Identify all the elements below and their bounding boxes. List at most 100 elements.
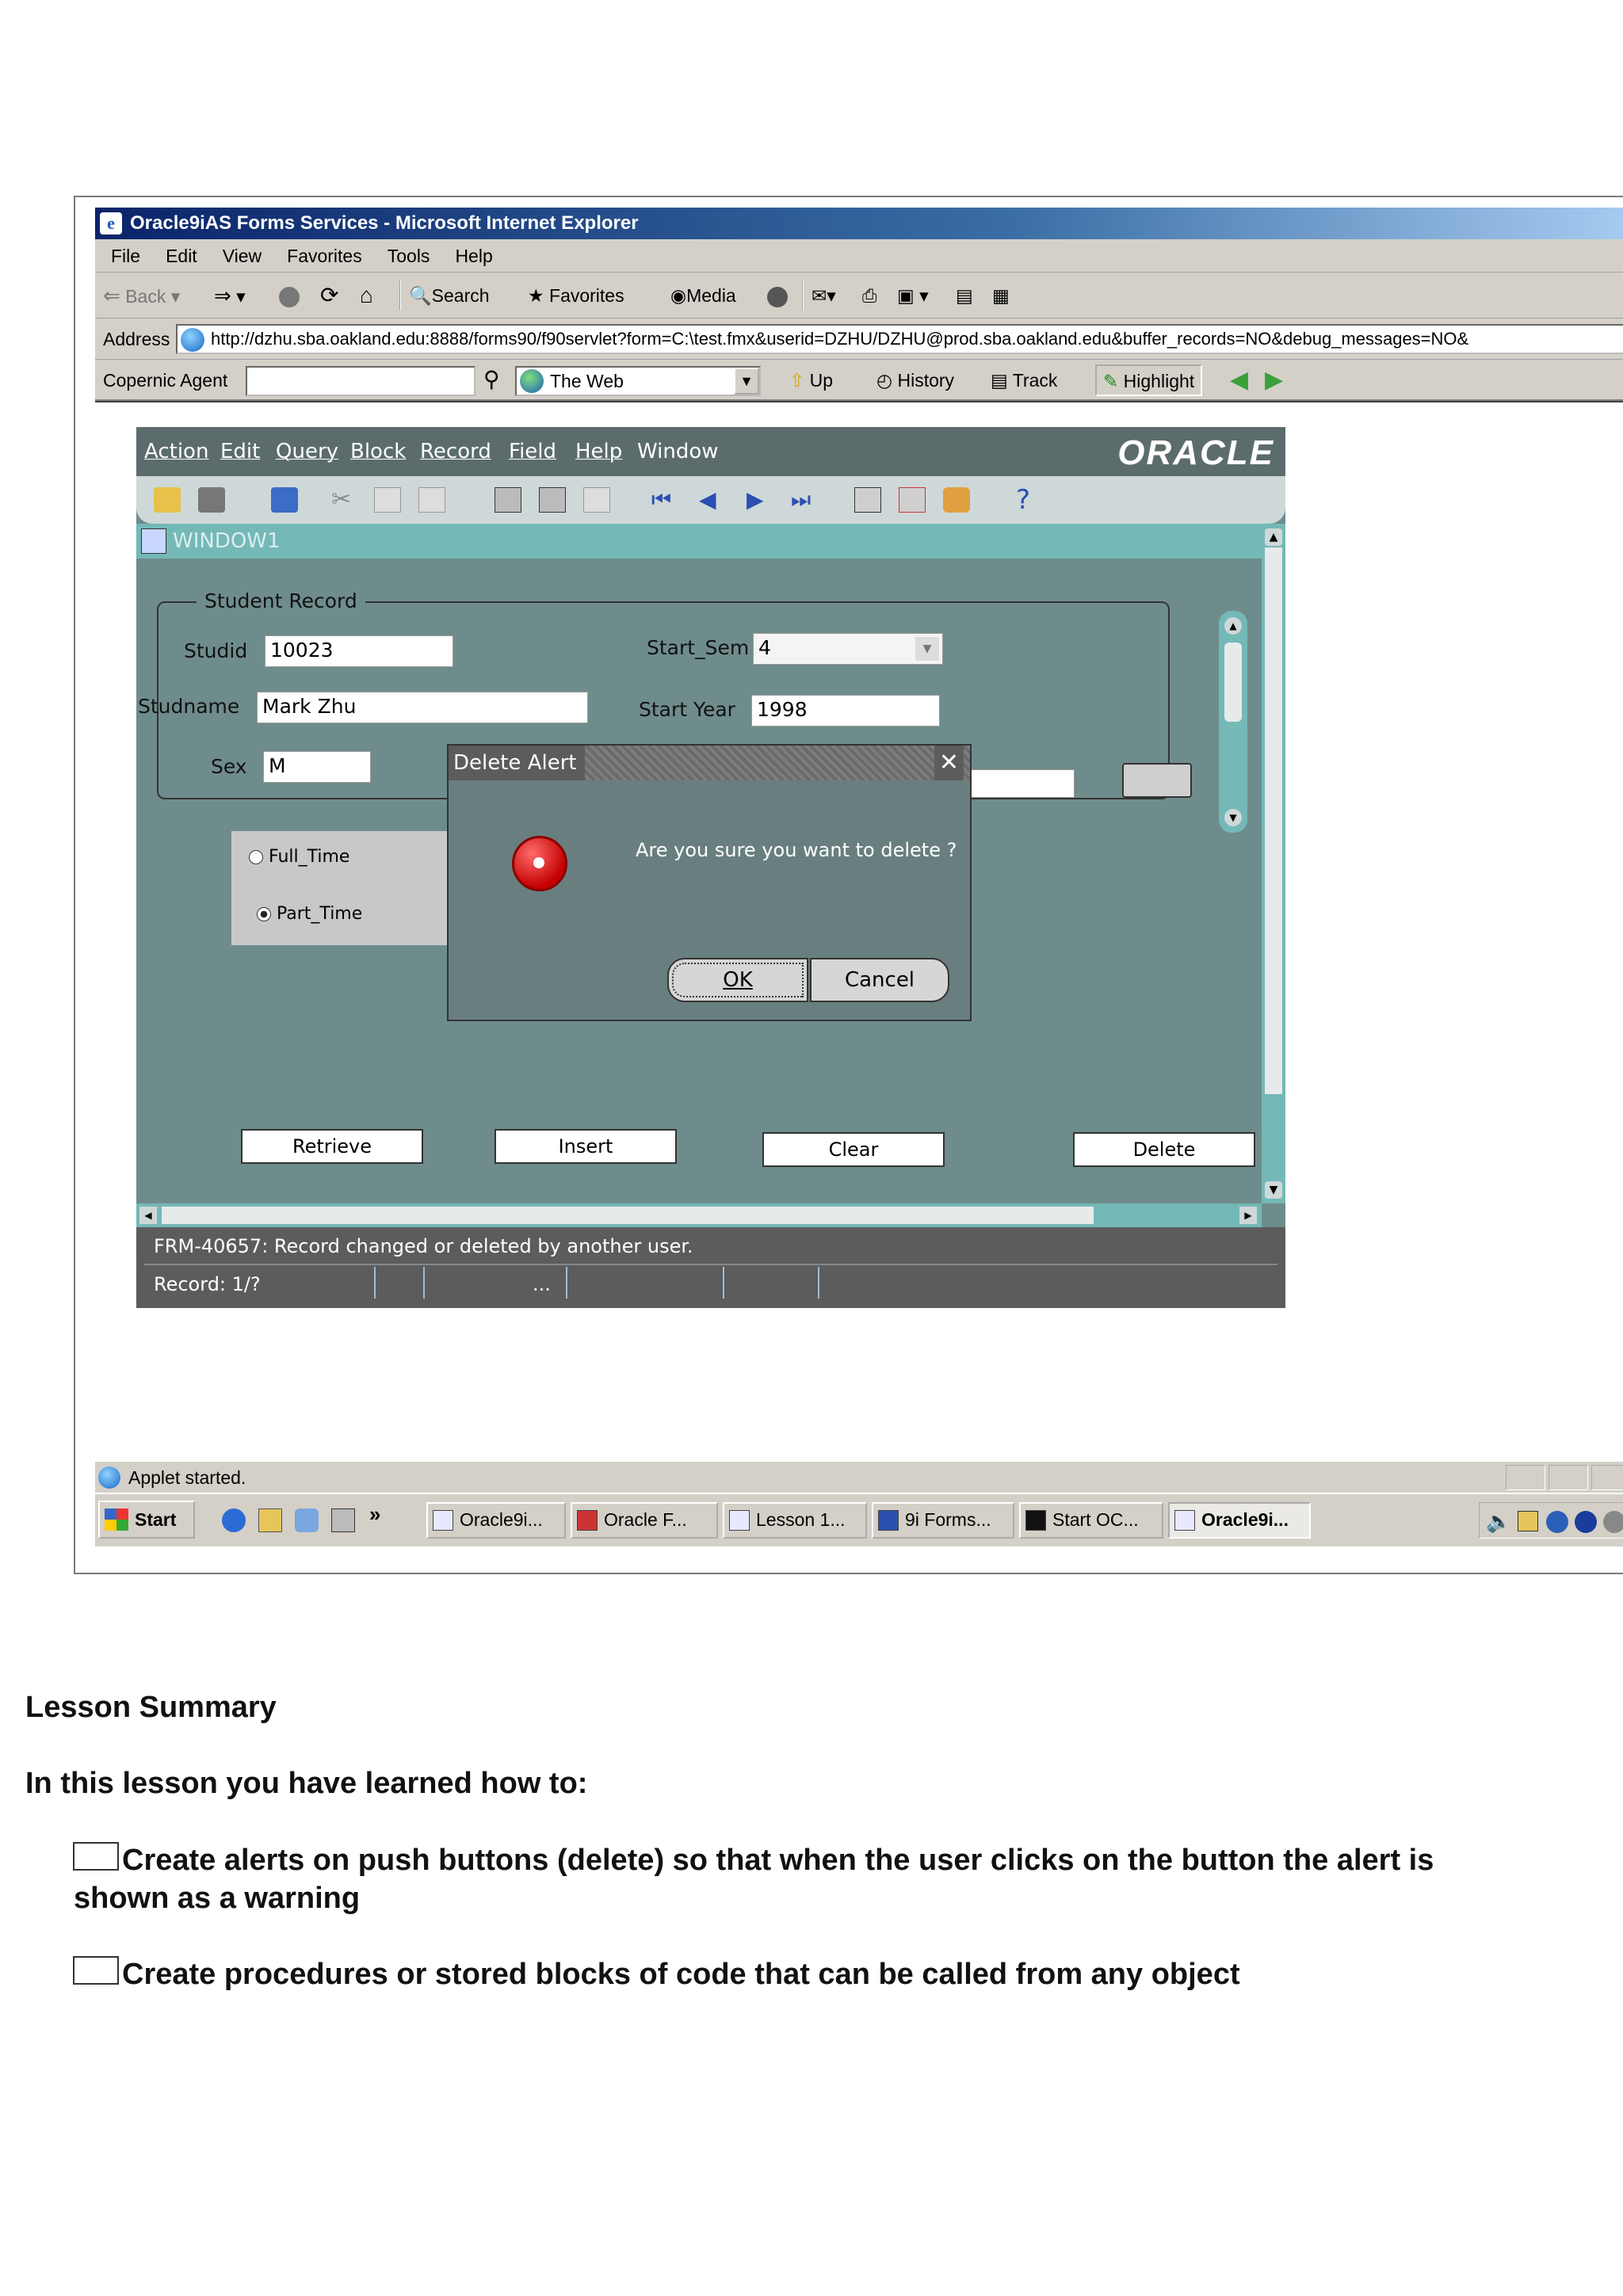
menu-edit[interactable]: Edit <box>166 239 197 273</box>
forms-menu-record[interactable]: Record <box>420 427 491 476</box>
delete-button[interactable]: Delete <box>1073 1132 1255 1167</box>
highlight-button[interactable]: ✎ Highlight <box>1095 364 1203 396</box>
cancel-button[interactable]: Cancel <box>810 958 949 1002</box>
menu-favorites[interactable]: Favorites <box>287 239 362 273</box>
scroll-down-icon[interactable]: ▼ <box>1265 1181 1282 1199</box>
tray-status-icon[interactable] <box>1603 1511 1623 1533</box>
first-record-icon[interactable]: ⏮ <box>651 487 678 513</box>
scroll-up-icon[interactable]: ▲ <box>1265 528 1282 546</box>
chevron-down-icon[interactable]: ▼ <box>915 637 939 661</box>
network-icon[interactable] <box>1518 1511 1538 1531</box>
clear-button[interactable]: Clear <box>762 1132 945 1167</box>
insert-button[interactable]: Insert <box>495 1129 677 1164</box>
menu-tools[interactable]: Tools <box>388 239 430 273</box>
copernic-search-input[interactable] <box>246 366 475 396</box>
delete-record-icon[interactable] <box>899 487 926 513</box>
help-icon[interactable]: ? <box>1016 486 1043 513</box>
antivirus-icon[interactable] <box>1575 1511 1597 1533</box>
paste-icon[interactable] <box>418 487 445 513</box>
start-sem-select[interactable]: 4 ▼ <box>753 633 943 665</box>
research-button[interactable]: ▦ <box>992 282 1010 309</box>
outlook-quicklaunch-icon[interactable] <box>258 1508 282 1532</box>
vertical-scrollbar[interactable]: ▲ ▼ <box>1262 524 1285 1203</box>
cancel-query-icon[interactable] <box>583 487 610 513</box>
forms-menu-help[interactable]: Help <box>575 427 622 476</box>
close-icon[interactable]: ✕ <box>934 746 964 780</box>
retrieve-button[interactable]: Retrieve <box>241 1129 423 1164</box>
sex-field[interactable]: M <box>263 751 371 783</box>
desktop-quicklaunch-icon[interactable] <box>295 1508 319 1532</box>
ok-button[interactable]: OK <box>667 958 808 1002</box>
radio-part-time[interactable]: Part_Time <box>257 904 362 924</box>
scroll-left-icon[interactable]: ◀ <box>139 1207 157 1224</box>
favorites-button[interactable]: ★ Favorites <box>528 282 624 309</box>
forms-menu-field[interactable]: Field <box>509 427 556 476</box>
menu-file[interactable]: File <box>111 239 140 273</box>
record-scrollbar[interactable]: ▲ ▼ <box>1219 611 1247 833</box>
forms-menu-window[interactable]: Window <box>637 427 719 476</box>
cut-icon[interactable]: ✂ <box>331 487 358 513</box>
chevron-down-icon[interactable]: ▼ <box>734 368 759 395</box>
home-button[interactable]: ⌂ <box>360 282 373 309</box>
tray-app-icon[interactable] <box>1546 1511 1568 1533</box>
previous-record-icon[interactable]: ◀ <box>699 487 726 513</box>
task-oracle9i-active[interactable]: Oracle9i... <box>1168 1502 1311 1539</box>
magnifier-icon[interactable]: ⚲ <box>483 366 500 392</box>
up-button[interactable]: ⇧ Up <box>789 367 833 394</box>
back-button[interactable]: ⇐ Back ▾ <box>103 282 180 309</box>
lock-record-icon[interactable] <box>943 487 970 513</box>
small-button[interactable] <box>1122 763 1192 798</box>
task-oracle-forms[interactable]: Oracle F... <box>571 1502 718 1539</box>
stop-button[interactable] <box>279 282 304 309</box>
studid-field[interactable]: 10023 <box>265 635 453 667</box>
save-icon[interactable] <box>154 487 181 513</box>
volume-icon[interactable]: 🔈 <box>1486 1509 1511 1534</box>
ie-quicklaunch-icon[interactable] <box>222 1508 246 1532</box>
forms-menu-action[interactable]: Action <box>144 427 208 476</box>
scroll-up-icon[interactable]: ▲ <box>1224 617 1242 635</box>
scope-select[interactable]: The Web ▼ <box>515 366 761 396</box>
forms-menu-block[interactable]: Block <box>350 427 406 476</box>
radio-full-time[interactable]: Full_Time <box>249 847 349 867</box>
start-year-field[interactable]: 1998 <box>751 695 940 727</box>
next-match-icon[interactable]: ▶ <box>1265 367 1283 394</box>
print-icon[interactable] <box>198 487 225 513</box>
next-record-icon[interactable]: ▶ <box>747 487 773 513</box>
messenger-button[interactable] <box>767 282 792 309</box>
more-quicklaunch-icon[interactable]: » <box>369 1502 380 1527</box>
menu-view[interactable]: View <box>223 239 262 273</box>
insert-record-icon[interactable] <box>854 487 881 513</box>
forms-menu-query[interactable]: Query <box>276 427 338 476</box>
scroll-right-icon[interactable]: ▶ <box>1239 1207 1257 1224</box>
history-button[interactable]: ◴ History <box>876 367 954 394</box>
track-button[interactable]: ▤ Track <box>991 367 1057 394</box>
discuss-button[interactable]: ▤ <box>956 282 973 309</box>
app-quicklaunch-icon[interactable] <box>331 1508 355 1532</box>
task-oracle9i-1[interactable]: Oracle9i... <box>426 1502 566 1539</box>
scroll-thumb[interactable] <box>1224 643 1242 722</box>
scroll-thumb[interactable] <box>1265 547 1282 1094</box>
forward-button[interactable]: ⇒ ▾ <box>214 282 246 309</box>
menu-help[interactable]: Help <box>455 239 492 273</box>
copy-icon[interactable] <box>374 487 401 513</box>
search-button[interactable]: 🔍Search <box>409 282 490 309</box>
refresh-button[interactable]: ⟳ <box>320 282 338 309</box>
task-start-oc[interactable]: Start OC... <box>1019 1502 1163 1539</box>
edit-button[interactable]: ▣ ▾ <box>897 282 929 309</box>
start-button[interactable]: Start <box>98 1501 195 1539</box>
scroll-thumb[interactable] <box>162 1207 1094 1224</box>
task-lesson[interactable]: Lesson 1... <box>723 1502 867 1539</box>
mail-button[interactable]: ✉▾ <box>812 282 836 309</box>
last-record-icon[interactable]: ⏭ <box>791 487 818 513</box>
task-9i-forms[interactable]: 9i Forms... <box>872 1502 1014 1539</box>
prev-match-icon[interactable]: ◀ <box>1230 367 1248 394</box>
address-input[interactable]: http://dzhu.sba.oakland.edu:8888/forms90… <box>176 324 1623 354</box>
exit-icon[interactable] <box>271 487 298 513</box>
media-button[interactable]: ◉Media <box>670 282 736 309</box>
execute-query-icon[interactable] <box>539 487 566 513</box>
scroll-down-icon[interactable]: ▼ <box>1224 809 1242 826</box>
studname-field[interactable]: Mark Zhu <box>257 692 588 723</box>
forms-menu-edit[interactable]: Edit <box>220 427 260 476</box>
horizontal-scrollbar[interactable]: ◀ ▶ <box>136 1203 1262 1227</box>
print-button[interactable]: ⎙ <box>862 282 876 309</box>
